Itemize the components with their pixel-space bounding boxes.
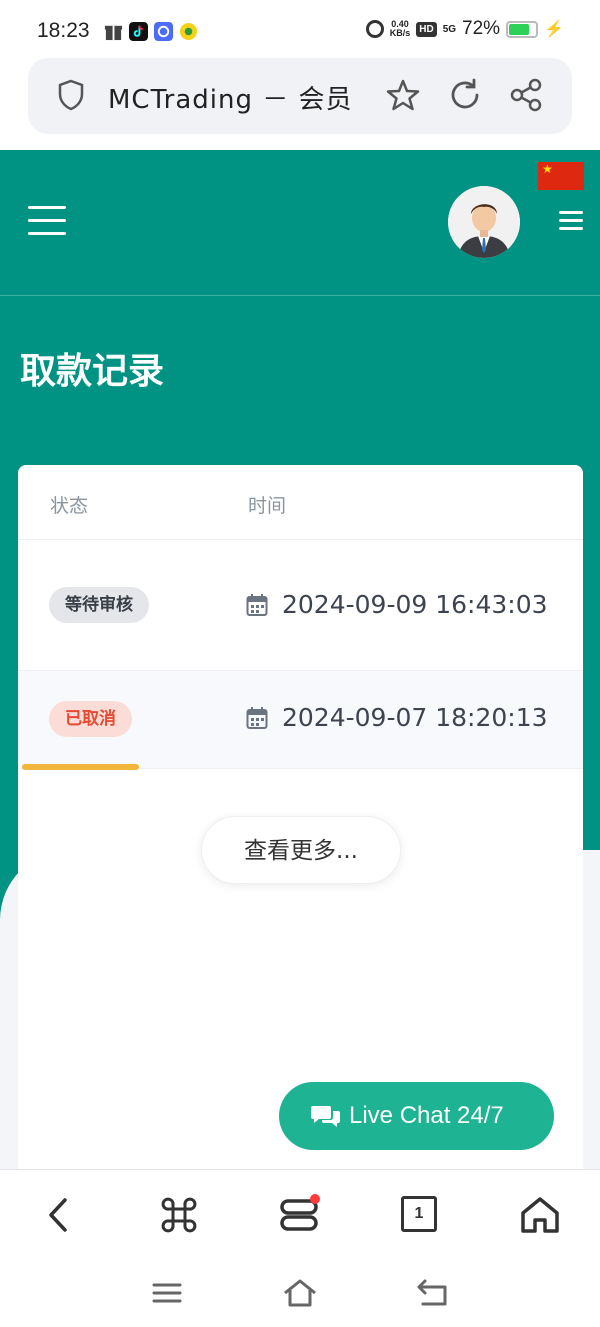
tab-count-button[interactable]: 1 <box>401 1196 437 1232</box>
app-screen: 18:23 0.40 KB/s HD 5G 72% ⚡ MCTrading － … <box>0 0 600 1327</box>
notification-icons <box>104 22 198 41</box>
table-row[interactable]: 已取消 2024-09-07 18:20:13 <box>18 671 583 769</box>
gift-icon <box>104 25 123 41</box>
battery-percent: 72% <box>462 18 501 39</box>
column-header-time: 时间 <box>248 495 287 517</box>
recents-icon[interactable] <box>149 1277 185 1309</box>
command-icon[interactable] <box>158 1194 200 1236</box>
table-row[interactable]: 等待审核 2024-09-09 16:43:03 <box>18 540 583 671</box>
page-title-url[interactable]: MCTrading － 会员 <box>108 79 353 116</box>
chat-icon <box>311 1106 340 1127</box>
table-header: 状态 时间 <box>18 465 583 540</box>
language-flag-icon[interactable]: ★ <box>538 162 584 190</box>
record-datetime: 2024-09-07 18:20:13 <box>282 703 548 732</box>
page-heading: 取款记录 <box>20 351 165 392</box>
battery-icon <box>506 20 539 38</box>
options-menu-icon[interactable] <box>559 211 583 233</box>
hd-icon: HD <box>416 21 437 37</box>
share-icon[interactable] <box>508 77 544 113</box>
status-badge: 已取消 <box>49 701 132 737</box>
flag-star-icon: ★ <box>542 162 553 176</box>
withdrawal-records-card: 状态 时间 等待审核 2024-09-09 16:43:03 已取消 2024-… <box>18 465 583 1185</box>
header-divider <box>0 295 600 296</box>
back-icon[interactable] <box>38 1194 80 1236</box>
tiktok-icon <box>129 22 148 41</box>
status-badge: 等待审核 <box>49 587 149 623</box>
system-nav-bar <box>0 1265 600 1327</box>
avatar[interactable] <box>448 186 520 258</box>
browser-address-bar: MCTrading － 会员 <box>0 58 600 150</box>
calendar-icon <box>246 594 268 616</box>
browser-bottom-toolbar: 1 <box>0 1169 600 1265</box>
menu-icon[interactable] <box>28 206 66 238</box>
user-avatar-icon <box>448 186 520 258</box>
star-icon[interactable] <box>385 77 421 113</box>
coin-app-icon <box>179 22 198 41</box>
calendar-icon <box>246 707 268 729</box>
status-bar: 18:23 0.40 KB/s HD 5G 72% ⚡ <box>0 0 600 62</box>
reload-icon[interactable] <box>447 77 483 113</box>
url-box[interactable]: MCTrading － 会员 <box>28 58 572 134</box>
horizontal-scrollbar[interactable] <box>22 764 139 770</box>
charging-icon: ⚡ <box>544 21 564 38</box>
column-header-status: 状态 <box>50 495 89 517</box>
network-speed: 0.40 KB/s <box>390 20 411 38</box>
status-indicators: 0.40 KB/s HD 5G 72% ⚡ <box>365 18 564 40</box>
live-chat-button[interactable]: Live Chat 24/7 <box>279 1082 554 1150</box>
status-time: 18:23 <box>37 19 90 42</box>
shield-icon[interactable] <box>58 79 84 111</box>
record-datetime: 2024-09-09 16:43:03 <box>282 590 548 619</box>
browser-app-icon <box>154 22 173 41</box>
home-icon[interactable] <box>519 1194 561 1236</box>
network-speed-unit: KB/s <box>389 28 411 38</box>
system-home-icon[interactable] <box>282 1277 318 1309</box>
live-chat-label: Live Chat 24/7 <box>349 1102 504 1129</box>
view-more-button[interactable]: 查看更多... <box>201 816 401 884</box>
signal-icon: 5G <box>442 23 457 35</box>
stack-menu-icon[interactable] <box>278 1194 320 1236</box>
alarm-icon <box>365 20 384 38</box>
system-back-icon[interactable] <box>415 1277 451 1309</box>
